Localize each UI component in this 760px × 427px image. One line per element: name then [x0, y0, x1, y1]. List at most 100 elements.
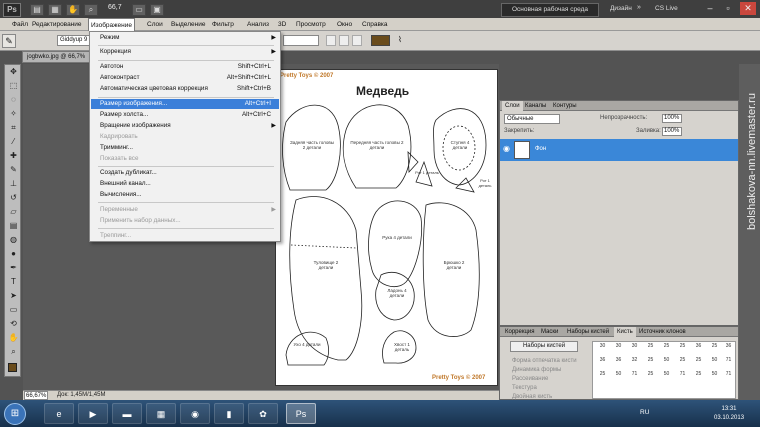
paint-icon[interactable]: ✿ [248, 403, 278, 424]
monitor-app-icon[interactable]: ▮ [214, 403, 244, 424]
menu-calculations[interactable]: Вычисления... [91, 190, 279, 200]
brush-cell[interactable]: 36 [595, 357, 610, 369]
menu-auto-tone[interactable]: Автотон Shift+Ctrl+L [91, 62, 279, 72]
align-right-icon[interactable] [352, 35, 362, 46]
eraser-icon[interactable]: ▱ [8, 207, 19, 217]
brush-cell[interactable]: 71 [675, 371, 690, 383]
move-tool-icon[interactable]: ✥ [8, 67, 19, 77]
explorer-icon[interactable]: ▬ [112, 403, 142, 424]
brush-cell[interactable]: 25 [675, 343, 690, 355]
menu-crop[interactable]: Кадрировать [91, 132, 279, 142]
crop-tool-icon[interactable]: ⌗ [8, 123, 19, 133]
brush-preset-picker[interactable]: Giddyup 9 [57, 35, 90, 46]
language-indicator[interactable]: RU [640, 409, 649, 416]
zoom-icon[interactable]: ⌕ [8, 347, 19, 357]
opacity-field[interactable]: 100% [662, 114, 682, 123]
path-select-icon[interactable]: ➤ [8, 291, 19, 301]
brush-cell[interactable]: 25 [643, 371, 658, 383]
healing-brush-icon[interactable]: ✚ [8, 151, 19, 161]
pen-tool-icon[interactable]: ✒ [8, 263, 19, 273]
brush-cell[interactable]: 36 [611, 357, 626, 369]
layer-row[interactable]: ◉ Фон [500, 139, 738, 161]
hand-icon[interactable]: ✋ [8, 333, 19, 343]
brush-tip-shape[interactable]: Форма отпечатка кисти [504, 357, 577, 366]
menu-image-size[interactable]: Размер изображения... Alt+Ctrl+I [91, 99, 279, 109]
warp-text-icon[interactable]: ⌇ [398, 35, 402, 44]
hand-tool-icon[interactable]: ✋ [66, 4, 80, 16]
workspace-more[interactable]: » [637, 4, 641, 11]
brush-grid[interactable]: 30 30 30 25 25 25 36 25 36 36 36 32 25 5… [592, 341, 736, 399]
menu-apply-image[interactable]: Внешний канал... [91, 179, 279, 189]
menu-edit[interactable]: Редактирование [30, 18, 84, 31]
type-tool-icon[interactable]: T [8, 277, 19, 287]
maximize-icon[interactable]: ▫ [720, 2, 736, 15]
minimize-icon[interactable]: – [702, 2, 718, 15]
layer-name[interactable]: Фон [535, 146, 546, 152]
brush-cell[interactable]: 50 [707, 357, 722, 369]
visibility-eye-icon[interactable]: ◉ [503, 145, 511, 153]
brush-cell[interactable]: 36 [691, 343, 706, 355]
menu-adjustments[interactable]: Коррекция ▶ [91, 47, 279, 57]
brush-cell[interactable]: 71 [721, 371, 736, 383]
brush-cell[interactable]: 36 [721, 343, 736, 355]
zoom-tool-icon[interactable]: ⌕ [84, 4, 98, 16]
text-color-swatch[interactable] [371, 35, 390, 46]
align-center-icon[interactable] [339, 35, 349, 46]
tab-masks[interactable]: Маски [538, 327, 561, 337]
photoshop-taskbar-icon[interactable]: Ps [286, 403, 316, 424]
font-size-field[interactable] [283, 35, 319, 46]
screen-mode-icon[interactable]: ▣ [150, 4, 164, 16]
menu-help[interactable]: Справка [360, 18, 390, 31]
brush-cell[interactable]: 25 [707, 343, 722, 355]
menu-variables[interactable]: Переменные ▶ [91, 205, 279, 215]
document-tab[interactable]: jogbwko.jpg @ 66,7% [22, 51, 92, 63]
menu-mode[interactable]: Режим ▶ [91, 33, 279, 43]
explorer-folder-icon[interactable]: ▦ [146, 403, 176, 424]
minibridge-icon[interactable]: ▦ [48, 4, 62, 16]
menu-image[interactable]: Изображение [88, 18, 135, 31]
menu-layers[interactable]: Слои [145, 18, 165, 31]
document-info[interactable]: Док: 1,45M/1,45M [57, 392, 105, 398]
menu-3d[interactable]: 3D [276, 18, 288, 31]
menu-canvas-size[interactable]: Размер холста... Alt+Ctrl+C [91, 110, 279, 120]
document-canvas[interactable]: Pretty Toys © 2007 Медведь Задняя часть … [275, 69, 498, 386]
menu-view[interactable]: Просмотр [294, 18, 328, 31]
menu-trap[interactable]: Треппинг... [91, 231, 279, 241]
zoom-field[interactable]: 66,67% [24, 391, 48, 400]
brush-cell[interactable]: 50 [611, 371, 626, 383]
brush-cell[interactable]: 25 [643, 357, 658, 369]
brush-cell[interactable]: 50 [659, 371, 674, 383]
tab-clone-source[interactable]: Источник клонов [636, 327, 689, 337]
texture[interactable]: Текстура [504, 384, 537, 393]
blur-icon[interactable]: ◍ [8, 235, 19, 245]
brush-cell[interactable]: 30 [611, 343, 626, 355]
tab-channels[interactable]: Каналы [522, 101, 549, 111]
tab-layers[interactable]: Слои [502, 101, 523, 111]
chrome-icon[interactable]: ◉ [180, 403, 210, 424]
brush-cell[interactable]: 25 [659, 343, 674, 355]
magic-wand-icon[interactable]: ✧ [8, 109, 19, 119]
brush-cell[interactable]: 25 [595, 371, 610, 383]
close-icon[interactable]: ✕ [740, 2, 756, 15]
3d-rotate-icon[interactable]: ⟲ [8, 319, 19, 329]
align-left-icon[interactable] [326, 35, 336, 46]
brush-cell[interactable]: 71 [721, 357, 736, 369]
workspace-design[interactable]: Дизайн [610, 5, 632, 12]
menu-reveal-all[interactable]: Показать все [91, 154, 279, 164]
menu-image-rotation[interactable]: Вращение изображения ▶ [91, 121, 279, 131]
shape-dynamics[interactable]: Динамика формы [504, 366, 561, 375]
eyedropper-icon[interactable]: ⁄ [8, 137, 19, 147]
brush-cell[interactable]: 30 [595, 343, 610, 355]
marquee-tool-icon[interactable]: ⬚ [8, 81, 19, 91]
clone-stamp-icon[interactable]: ⊥ [8, 179, 19, 189]
brush-cell[interactable]: 50 [659, 357, 674, 369]
lasso-tool-icon[interactable]: ◌ [8, 95, 19, 105]
brush-cell[interactable]: 30 [627, 343, 642, 355]
menu-window[interactable]: Окно [335, 18, 354, 31]
menu-analysis[interactable]: Анализ [245, 18, 271, 31]
dodge-icon[interactable]: ● [8, 249, 19, 259]
cs-live-button[interactable]: CS Live [655, 5, 678, 12]
clock[interactable]: 13:31 03.10.2013 [714, 405, 744, 423]
menu-select[interactable]: Выделение [169, 18, 207, 31]
workspace-button[interactable]: Основная рабочая среда [501, 3, 599, 17]
